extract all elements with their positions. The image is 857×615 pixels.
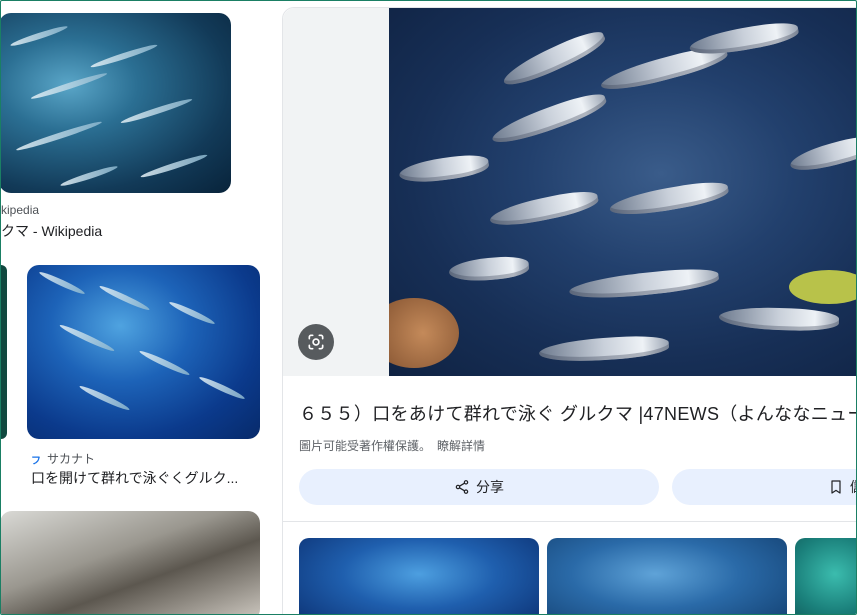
fish-shape [78,383,131,413]
fish-shape [119,96,194,126]
result-thumbnail-1[interactable] [1,13,231,193]
related-image-3[interactable] [795,538,856,614]
partial-thumbnail[interactable] [1,265,7,439]
yellow-fish-shape [789,270,856,304]
fish-shape [687,18,801,60]
fish-shape [487,186,601,232]
copyright-text: 圖片可能受著作權保護。 [299,439,432,453]
lens-search-button[interactable] [298,324,334,360]
fish-shape [787,131,856,177]
lens-icon [308,334,324,350]
fish-shape [608,177,730,221]
learn-more-link[interactable]: 瞭解詳情 [437,439,485,453]
result-thumbnail-3[interactable] [1,511,260,614]
copyright-notice: 圖片可能受著作權保護。 瞭解詳情 [299,437,485,454]
result-title-2[interactable]: 口を開けて群れで泳ぐくグルク... [31,468,238,488]
foreground-fish-shape [389,298,459,368]
related-image-2[interactable] [547,538,787,614]
fish-shape [59,163,119,189]
result-title-1[interactable]: クマ - Wikipedia [1,221,102,241]
preview-panel: ６５５）口をあけて群れで泳ぐ グルクマ |47NEWS（よんななニュース 圖片可… [282,7,856,614]
result-source-2-label: サカナト [47,452,96,466]
site-favicon-icon: フ [31,456,41,467]
fish-shape [568,265,720,303]
preview-title[interactable]: ６５５）口をあけて群れで泳ぐ グルクマ |47NEWS（よんななニュース [299,400,856,426]
fish-shape [58,322,116,354]
divider [283,521,856,522]
result-source-1: kipedia [1,203,40,217]
preview-image-backdrop [283,8,390,376]
share-icon [455,480,469,494]
fish-shape [168,299,216,327]
image-search-window: kipedia クマ - Wikipedia フサカナト 口を開けて群れで泳ぐく… [0,0,857,615]
fish-shape [397,151,491,187]
fish-shape [138,348,191,378]
share-label: 分享 [476,479,504,495]
bookmark-icon [831,480,841,494]
preview-image[interactable] [389,8,856,376]
save-button[interactable]: 儲 [672,469,856,505]
fish-shape [38,269,86,297]
fish-shape [9,23,69,49]
fish-shape [89,42,159,70]
fish-shape [718,305,840,333]
result-source-2: フサカナト [31,450,95,467]
fish-shape [488,88,610,150]
fish-shape [15,119,103,153]
fish-shape [98,283,151,313]
share-button[interactable]: 分享 [299,469,659,505]
fish-shape [538,333,670,365]
fish-shape [198,374,246,402]
fish-shape [499,25,609,93]
fish-shape [139,152,209,180]
related-image-1[interactable] [299,538,539,614]
fish-shape [448,254,530,284]
save-label: 儲 [850,477,856,497]
fish-shape [30,70,108,102]
result-thumbnail-2[interactable] [27,265,260,439]
